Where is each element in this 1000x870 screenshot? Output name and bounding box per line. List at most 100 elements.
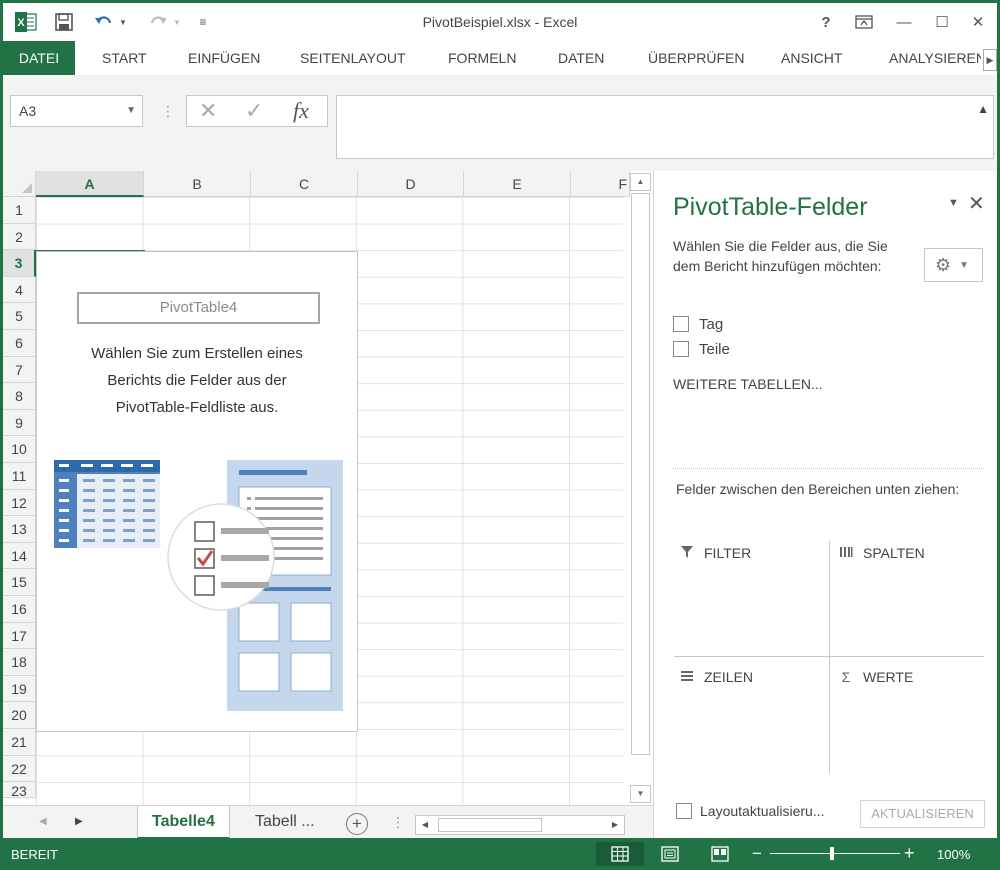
confirm-entry-icon[interactable]: ✓ — [245, 96, 263, 126]
columns-icon — [837, 545, 855, 562]
row-header-5[interactable]: 5 — [3, 303, 36, 330]
maximize-button[interactable]: ☐ — [929, 11, 955, 33]
area-divider-vertical — [829, 541, 830, 773]
collapse-formula-bar-icon[interactable]: ▲ — [977, 102, 989, 116]
scroll-up-icon[interactable]: ▲ — [630, 173, 651, 191]
sheet-scroll-left-icon[interactable]: ◀ — [39, 816, 47, 827]
row-header-15[interactable]: 15 — [3, 569, 36, 596]
defer-update-checkbox[interactable] — [676, 803, 692, 819]
row-header-23[interactable]: 23 — [3, 782, 36, 799]
column-header-e[interactable]: E — [464, 171, 571, 197]
sheet-scroll-right-icon[interactable]: ▶ — [75, 816, 83, 827]
row-header-22[interactable]: 22 — [3, 755, 36, 783]
area-divider-horizontal — [674, 656, 984, 657]
row-header-7[interactable]: 7 — [3, 356, 36, 384]
row-header-20[interactable]: 20 — [3, 702, 36, 729]
row-header-13[interactable]: 13 — [3, 516, 36, 543]
row-header-8[interactable]: 8 — [3, 383, 36, 410]
row-header-18[interactable]: 18 — [3, 649, 36, 676]
pivot-table-placeholder[interactable]: PivotTable4 Wählen Sie zum Erstellen ein… — [36, 251, 358, 732]
horizontal-scrollbar[interactable]: ◀ ▶ — [415, 815, 625, 835]
area-values[interactable]: Σ WERTE — [837, 667, 914, 687]
formula-input[interactable]: ▲ — [336, 95, 994, 159]
vertical-scrollbar[interactable]: ▲ ▼ — [630, 171, 651, 805]
field-settings-button[interactable]: ⚙ ▼ — [924, 248, 983, 282]
tab-seitenlayout[interactable]: SEITENLAYOUT — [300, 41, 406, 75]
tab-datei[interactable]: DATEI — [3, 41, 75, 75]
field-item-teile[interactable]: Teile — [673, 339, 730, 359]
select-all-corner[interactable] — [3, 171, 36, 197]
zoom-slider[interactable] — [770, 853, 900, 854]
column-header-f[interactable]: F — [571, 171, 630, 197]
sheet-tab-tabelle[interactable]: Tabell ... — [241, 806, 329, 840]
insert-function-icon[interactable]: fx — [293, 96, 309, 126]
field-item-tag[interactable]: Tag — [673, 314, 723, 334]
title-bar: X ▼ ▼ ≡ PivotBeispiel.xlsx - Excel ? — ☐… — [3, 3, 997, 41]
pivot-table-name: PivotTable4 — [77, 292, 320, 324]
update-button[interactable]: AKTUALISIEREN — [860, 800, 985, 828]
column-header-b[interactable]: B — [144, 171, 251, 197]
row-header-3[interactable]: 3 — [3, 250, 36, 277]
area-rows[interactable]: ZEILEN — [678, 667, 753, 687]
name-box[interactable]: A3 ▼ — [10, 95, 143, 127]
tab-start[interactable]: START — [102, 41, 147, 75]
row-header-10[interactable]: 10 — [3, 436, 36, 463]
ribbon-display-options-icon[interactable] — [851, 11, 877, 33]
tab-analysieren[interactable]: ANALYSIEREN — [889, 41, 981, 75]
row-header-6[interactable]: 6 — [3, 330, 36, 357]
scroll-right-icon[interactable]: ▶ — [606, 816, 624, 834]
page-layout-view-icon[interactable] — [646, 842, 694, 866]
defer-layout-update[interactable]: Layoutaktualisieru... — [676, 803, 825, 819]
close-button[interactable]: ✕ — [965, 11, 991, 33]
sheet-bar-grip-icon[interactable]: ⋮ — [391, 814, 405, 831]
drag-instruction: Felder zwischen den Bereichen unten zieh… — [676, 481, 960, 497]
tab-ueberpruefen[interactable]: ÜBERPRÜFEN — [648, 41, 744, 75]
zoom-level[interactable]: 100% — [937, 847, 970, 862]
row-header-4[interactable]: 4 — [3, 276, 36, 304]
row-header-17[interactable]: 17 — [3, 622, 36, 650]
scroll-left-icon[interactable]: ◀ — [416, 816, 434, 834]
tab-formeln[interactable]: FORMELN — [448, 41, 516, 75]
pane-splitter[interactable] — [673, 468, 984, 469]
chevron-down-icon[interactable]: ▼ — [126, 96, 136, 126]
add-sheet-button[interactable]: + — [346, 813, 368, 835]
column-header-a[interactable]: A — [36, 171, 144, 197]
field-checkbox[interactable] — [673, 316, 689, 332]
zoom-in-button[interactable]: + — [904, 843, 915, 864]
row-header-1[interactable]: 1 — [3, 197, 36, 224]
row-header-16[interactable]: 16 — [3, 596, 36, 623]
zoom-out-button[interactable]: − — [752, 844, 762, 864]
pane-options-chevron-icon[interactable]: ▼ — [948, 197, 959, 209]
pane-close-icon[interactable]: ✕ — [968, 191, 985, 216]
row-header-21[interactable]: 21 — [3, 729, 36, 756]
gear-icon: ⚙ — [935, 255, 952, 275]
tab-einfuegen[interactable]: EINFÜGEN — [188, 41, 260, 75]
row-header-19[interactable]: 19 — [3, 675, 36, 703]
horizontal-scroll-thumb[interactable] — [438, 818, 542, 832]
normal-view-icon[interactable] — [596, 842, 644, 866]
column-header-c[interactable]: C — [251, 171, 358, 197]
page-break-view-icon[interactable] — [696, 842, 744, 866]
help-button[interactable]: ? — [813, 11, 839, 33]
tab-ansicht[interactable]: ANSICHT — [781, 41, 842, 75]
sheet-tab-tabelle4[interactable]: Tabelle4 — [137, 806, 230, 840]
row-header-11[interactable]: 11 — [3, 463, 36, 490]
ribbon-tabs: DATEI START EINFÜGEN SEITENLAYOUT FORMEL… — [3, 41, 997, 75]
column-header-d[interactable]: D — [358, 171, 464, 197]
tab-daten[interactable]: DATEN — [558, 41, 604, 75]
zoom-slider-thumb[interactable] — [830, 847, 834, 860]
more-tables-link[interactable]: WEITERE TABELLEN... — [673, 376, 823, 392]
area-columns[interactable]: SPALTEN — [837, 543, 925, 563]
vertical-scroll-thumb[interactable] — [631, 193, 650, 755]
field-checkbox[interactable] — [673, 341, 689, 357]
ribbon-scroll-right-icon[interactable]: ▶ — [983, 49, 997, 71]
scroll-down-icon[interactable]: ▼ — [630, 785, 651, 803]
row-header-9[interactable]: 9 — [3, 409, 36, 437]
minimize-button[interactable]: — — [891, 11, 917, 33]
row-header-12[interactable]: 12 — [3, 489, 36, 517]
area-filter[interactable]: FILTER — [678, 543, 751, 563]
row-header-2[interactable]: 2 — [3, 223, 36, 251]
pivot-fields-pane: PivotTable-Felder ▼ ✕ Wählen Sie die Fel… — [653, 171, 997, 841]
row-header-14[interactable]: 14 — [3, 542, 36, 570]
cancel-entry-icon[interactable]: ✕ — [199, 96, 217, 126]
